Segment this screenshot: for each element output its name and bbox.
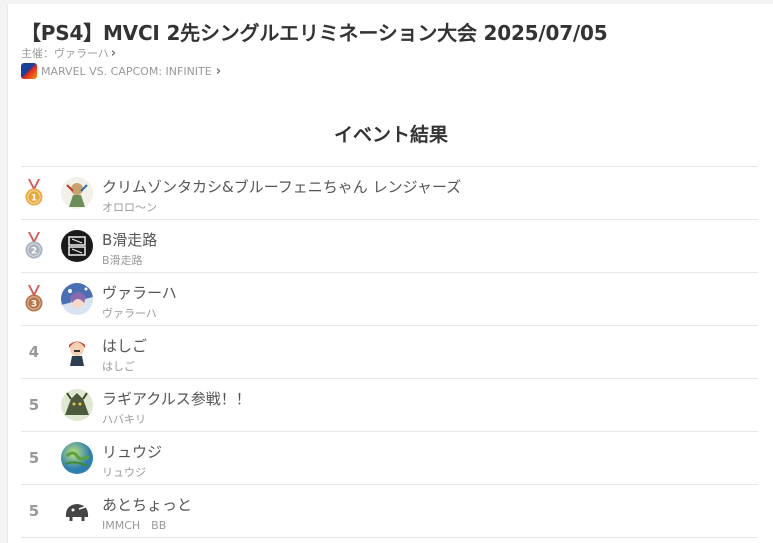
rank-cell: 2 <box>21 220 47 272</box>
results-list: 1 クリムゾンタカシ&ブルーフェニちゃん レンジャーズ オロロ〜ン 2 B滑走路… <box>21 166 758 538</box>
rank-cell: 4 <box>21 326 47 378</box>
medal-icon: 1 <box>25 179 43 206</box>
entry-player: リュウジ <box>102 466 146 479</box>
avatar <box>61 389 93 421</box>
avatar <box>61 495 93 527</box>
entry-player: IMMCH BB <box>102 519 167 532</box>
event-card: 【PS4】MVCI 2先シングルエリミネーション大会 2025/07/05 主催… <box>7 4 773 543</box>
results-heading: イベント結果 <box>333 124 448 146</box>
result-row[interactable]: 3 ヴァラーハ ヴァラーハ <box>21 273 758 326</box>
avatar <box>61 283 93 315</box>
rank-number: 5 <box>28 396 40 414</box>
result-row[interactable]: 1 クリムゾンタカシ&ブルーフェニちゃん レンジャーズ オロロ〜ン <box>21 167 758 220</box>
organizer-link[interactable]: 主催：ヴァラーハ › <box>21 45 116 61</box>
game-logo-icon <box>21 63 37 79</box>
entry-player: ハバキリ <box>102 413 146 426</box>
entry-name: クリムゾンタカシ&ブルーフェニちゃん レンジャーズ <box>102 178 462 196</box>
rank-number: 5 <box>28 449 40 467</box>
event-title: 【PS4】MVCI 2先シングルエリミネーション大会 2025/07/05 <box>21 21 608 45</box>
rank-cell: 5 <box>21 485 47 537</box>
rank-cell: 1 <box>21 167 47 219</box>
rank-cell: 5 <box>21 379 47 431</box>
svg-text:2: 2 <box>31 247 37 257</box>
chevron-right-icon: › <box>215 63 222 79</box>
rank-number: 5 <box>28 502 40 520</box>
rank-number: 4 <box>28 343 40 361</box>
entry-player: ヴァラーハ <box>102 307 157 320</box>
entry-name: ラギアクルス参戦！！ <box>102 390 251 408</box>
medal-icon: 3 <box>25 285 43 312</box>
result-row[interactable]: 2 B滑走路 B滑走路 <box>21 220 758 273</box>
avatar <box>61 442 93 474</box>
entry-player: オロロ〜ン <box>102 201 157 214</box>
svg-text:3: 3 <box>31 300 37 310</box>
entry-player: B滑走路 <box>102 254 143 267</box>
entry-name: はしご <box>102 337 148 355</box>
game-name: MARVEL VS. CAPCOM: INFINITE <box>41 64 212 78</box>
rank-cell: 5 <box>21 432 47 484</box>
entry-name: ヴァラーハ <box>102 284 177 302</box>
svg-text:1: 1 <box>31 194 37 204</box>
rank-cell: 3 <box>21 273 47 325</box>
entry-name: リュウジ <box>102 443 163 461</box>
result-row[interactable]: 5 ラギアクルス参戦！！ ハバキリ <box>21 379 758 432</box>
entry-name: B滑走路 <box>102 231 158 249</box>
avatar <box>61 336 93 368</box>
game-link[interactable]: MARVEL VS. CAPCOM: INFINITE › <box>21 63 221 79</box>
entry-player: はしご <box>102 360 135 373</box>
result-row[interactable]: 5 あとちょっと IMMCH BB <box>21 485 758 538</box>
chevron-right-icon: › <box>110 45 117 61</box>
entry-name: あとちょっと <box>102 496 193 514</box>
avatar <box>61 230 93 262</box>
avatar <box>61 177 93 209</box>
result-row[interactable]: 4 はしご はしご <box>21 326 758 379</box>
organizer-label: 主催：ヴァラーハ <box>21 47 109 60</box>
medal-icon: 2 <box>25 232 43 259</box>
result-row[interactable]: 5 リュウジ リュウジ <box>21 432 758 485</box>
